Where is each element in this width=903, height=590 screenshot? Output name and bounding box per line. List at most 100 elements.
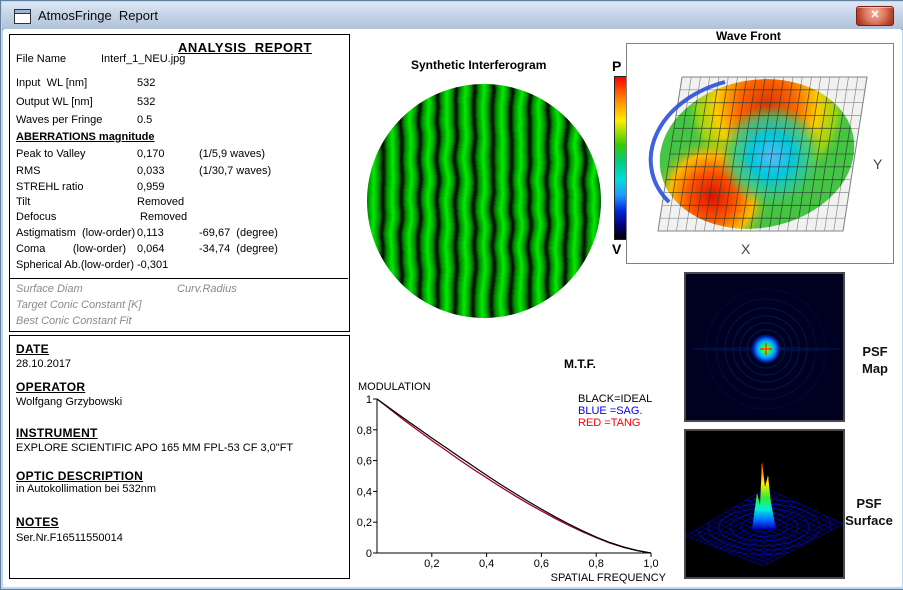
interferogram-image	[367, 84, 601, 318]
panel-divider	[9, 278, 348, 279]
window-icon	[14, 9, 31, 24]
row-extra: -34,74 (degree)	[199, 243, 278, 255]
aberration-row: STREHL ratio 0,959	[10, 181, 349, 196]
report-row: Input WL [nm] 532	[10, 77, 349, 92]
psf-surface-image	[686, 431, 843, 577]
row-value: -0,301	[137, 259, 169, 271]
colorbar-peak-label: P	[612, 58, 622, 74]
psf-surface-label-line2: Surface	[845, 513, 893, 528]
aberration-row: Defocus Removed	[10, 211, 349, 226]
wavefront-x-axis-label: X	[741, 241, 751, 257]
instrument-heading: INSTRUMENT	[16, 426, 98, 440]
psf-map-label: PSF Map	[850, 343, 900, 377]
conic-best-fit: Best Conic Constant Fit	[16, 315, 132, 327]
x-tick: 0,4	[479, 558, 494, 570]
aberration-row: Tilt Removed	[10, 196, 349, 211]
window-title: AtmosFringe Report	[38, 8, 158, 23]
y-tick: 0,8	[357, 425, 372, 437]
instrument-value: EXPLORE SCIENTIFIC APO 165 MM FPL-53 CF …	[16, 442, 294, 454]
app-window: AtmosFringe Report ✕ ANALYSIS REPORT Fil…	[0, 0, 903, 590]
row-value: 0,064	[137, 243, 165, 255]
wavefront-title: Wave Front	[716, 29, 781, 43]
info-panel: DATE 28.10.2017 OPERATOR Wolfgang Grzybo…	[9, 335, 350, 579]
row-extra: (1/30,7 waves)	[199, 165, 272, 177]
wavefront-surface-plot: X Y	[647, 64, 883, 257]
operator-value: Wolfgang Grzybowski	[16, 396, 123, 408]
title-bar[interactable]: AtmosFringe Report ✕	[2, 2, 903, 30]
mtf-x-axis-label: SPATIAL FREQUENCY	[551, 572, 667, 584]
mtf-x-tick-labels: 0,2 0,4 0,6 0,8 1,0	[424, 558, 658, 570]
close-icon: ✕	[870, 9, 880, 21]
row-value: Removed	[137, 211, 188, 223]
aberration-row: Peak to Valley 0,170 (1/5,9 waves)	[10, 148, 349, 163]
aberration-row: Spherical Ab.(low-order) -0,301	[10, 259, 349, 274]
report-canvas: ANALYSIS REPORT File Name Interf_1_NEU.j…	[4, 29, 901, 586]
analysis-report-panel: ANALYSIS REPORT File Name Interf_1_NEU.j…	[9, 34, 350, 332]
row-label: Input WL [nm]	[16, 77, 88, 89]
window-icon-bar	[15, 10, 30, 14]
row-label: Waves per Fringe	[16, 114, 103, 126]
psf-map-label-line2: Map	[862, 361, 888, 376]
x-tick: 0,6	[534, 558, 549, 570]
operator-heading: OPERATOR	[16, 380, 86, 394]
psf-map-frame	[684, 272, 845, 422]
x-tick: 0,8	[589, 558, 604, 570]
conic-target-constant: Target Conic Constant [K]	[16, 299, 142, 311]
row-label: Defocus	[16, 211, 57, 223]
row-value: 0,033	[137, 165, 165, 177]
optic-description-heading: OPTIC DESCRIPTION	[16, 469, 144, 483]
report-row: Waves per Fringe 0.5	[10, 114, 349, 129]
row-label: Peak to Valley	[16, 148, 86, 160]
row-value: 0,959	[137, 181, 165, 193]
row-label: File Name	[16, 53, 67, 65]
y-tick: 0,6	[357, 456, 372, 468]
psf-map-image	[686, 274, 843, 420]
close-button[interactable]: ✕	[856, 6, 894, 26]
colorbar-valley-label: V	[612, 241, 622, 257]
mtf-legend: BLACK=IDEAL BLUE =SAG. RED =TANG	[578, 393, 652, 429]
x-tick: 0,2	[424, 558, 439, 570]
row-value: 532	[137, 77, 156, 89]
row-label: STREHL ratio	[16, 181, 84, 193]
row-label: RMS	[16, 165, 41, 177]
wavefront-plot-frame: X Y	[626, 43, 894, 264]
row-value: 0,113	[137, 227, 164, 239]
y-tick: 1	[366, 394, 372, 406]
aberration-row: RMS 0,033 (1/30,7 waves)	[10, 165, 349, 180]
row-value: Removed	[137, 196, 185, 208]
notes-heading: NOTES	[16, 515, 59, 529]
row-extra: -69,67 (degree)	[199, 227, 278, 239]
y-tick: 0	[366, 548, 372, 560]
report-row: File Name Interf_1_NEU.jpg	[10, 53, 349, 68]
row-label: Tilt	[16, 196, 31, 208]
interferogram-title: Synthetic Interferogram	[411, 58, 547, 72]
mtf-chart: M.T.F. MODULATION 1 0,8 0,6 0,4 0,2 0 0,…	[357, 357, 667, 584]
row-value: Interf_1_NEU.jpg	[101, 53, 186, 65]
psf-surface-label: PSF Surface	[836, 495, 902, 529]
conic-surface-diam: Surface Diam	[16, 283, 83, 295]
y-tick: 0,2	[357, 517, 372, 529]
row-label: Coma (low-order)	[16, 243, 127, 255]
mtf-y-axis-label: MODULATION	[358, 381, 431, 393]
row-label: Astigmatism (low-order)	[16, 227, 136, 239]
legend-sag: BLUE =SAG.	[578, 405, 643, 417]
aberrations-heading-row: ABERRATIONS magnitude	[10, 131, 349, 146]
mtf-title: M.T.F.	[564, 357, 596, 371]
row-label: Output WL [nm]	[16, 96, 93, 108]
optic-description-value: in Autokollimation bei 532nm	[16, 483, 157, 495]
psf-surface-label-line1: PSF	[856, 496, 882, 511]
row-value: 0.5	[137, 114, 153, 126]
mtf-y-tick-labels: 1 0,8 0,6 0,4 0,2 0	[357, 394, 372, 560]
aberrations-heading: ABERRATIONS magnitude	[16, 131, 155, 143]
psf-map-label-line1: PSF	[862, 344, 888, 359]
row-value: 532	[137, 96, 156, 108]
date-value: 28.10.2017	[16, 358, 72, 370]
y-tick: 0,4	[357, 486, 372, 498]
legend-tang: RED =TANG	[578, 417, 640, 429]
wavefront-y-axis-label: Y	[873, 156, 883, 172]
legend-ideal: BLACK=IDEAL	[578, 393, 652, 405]
conic-curv-radius: Curv.Radius	[177, 283, 237, 295]
aberration-row: Coma (low-order) 0,064 -34,74 (degree)	[10, 243, 349, 258]
report-row: Output WL [nm] 532	[10, 96, 349, 111]
date-heading: DATE	[16, 342, 49, 356]
